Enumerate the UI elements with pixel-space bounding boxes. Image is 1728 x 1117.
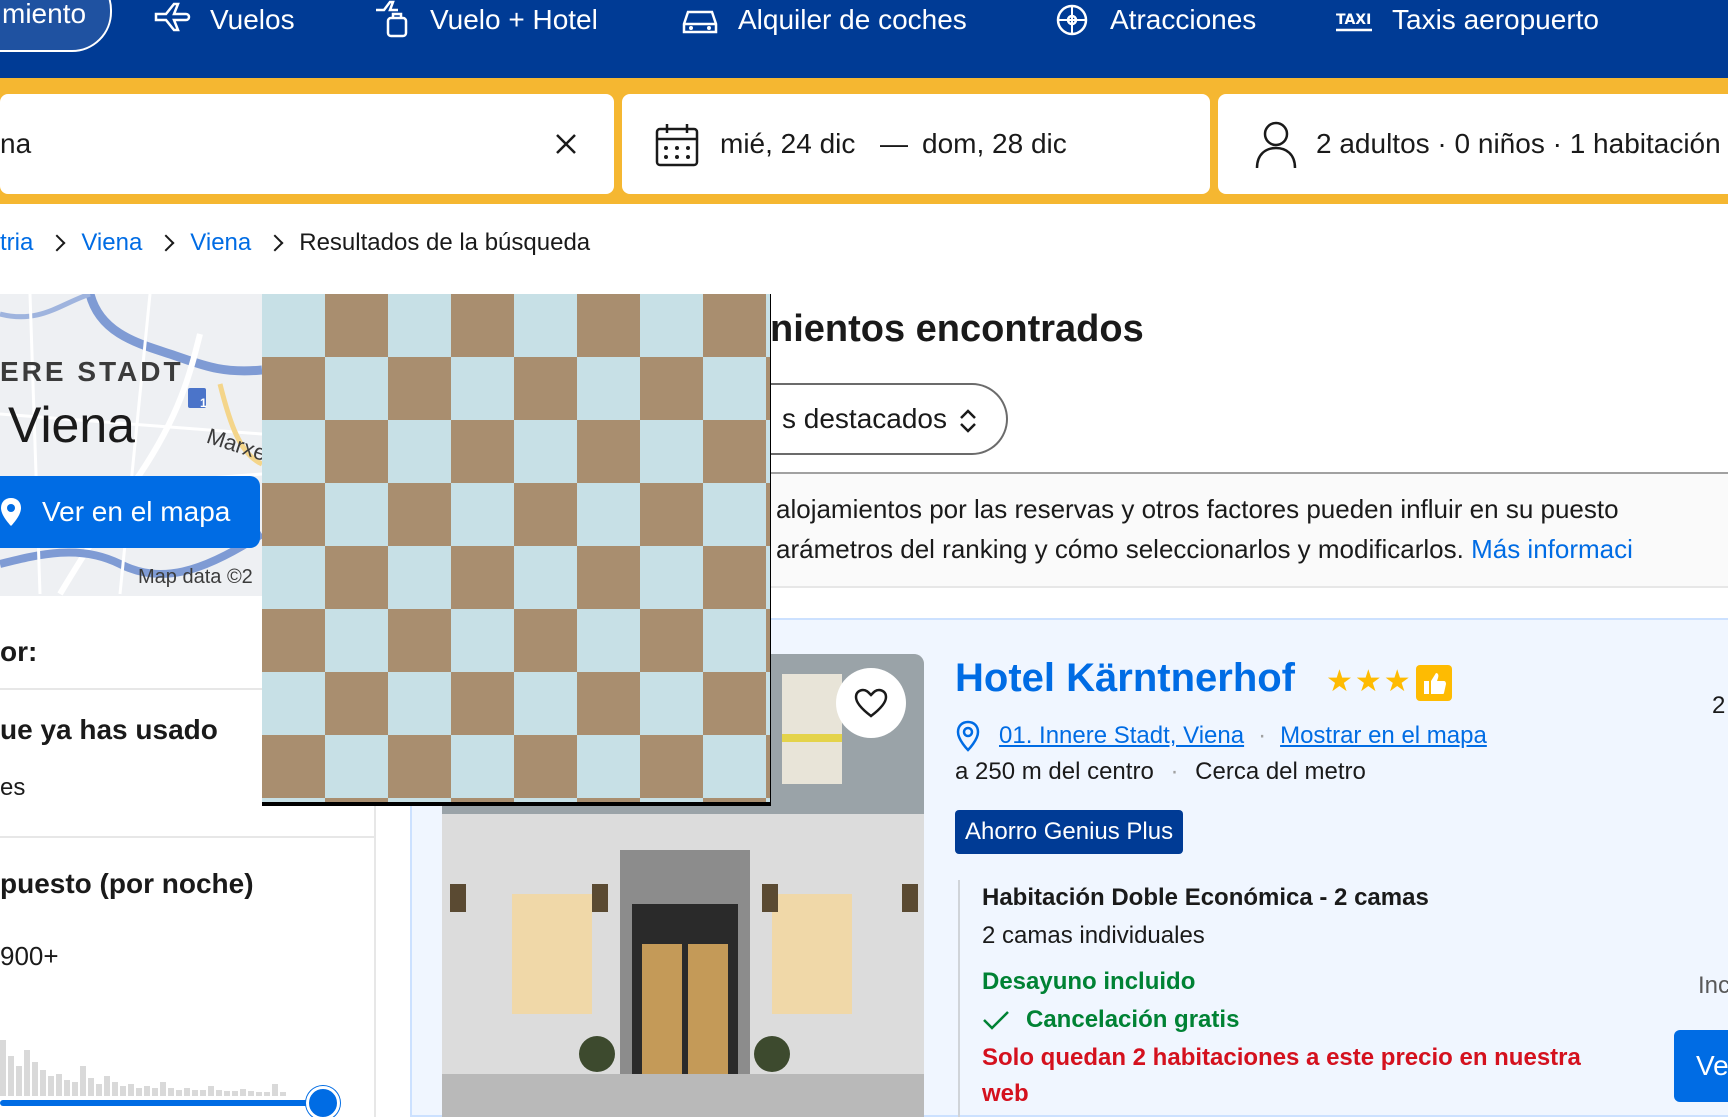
breadcrumb: tria Viena Viena Resultados de la búsque…: [0, 225, 590, 261]
heart-icon: [854, 688, 888, 718]
price-slider-track[interactable]: [0, 1100, 322, 1106]
location-pin-icon: [956, 720, 980, 752]
price-slider-handle[interactable]: [306, 1086, 340, 1117]
breadcrumb-current: Resultados de la búsqueda: [299, 229, 591, 256]
nav-tab-car-rental-label: Alquiler de coches: [738, 4, 967, 35]
nav-tab-flights-label: Vuelos: [210, 4, 295, 35]
room-title: Habitación Doble Económica - 2 camas: [982, 884, 1429, 911]
checkerboard-overlay: [262, 294, 770, 802]
chevron-right-icon: [157, 234, 175, 252]
nav-tab-stays-label: miento: [2, 0, 87, 29]
guests-field[interactable]: 2 adultos · 0 niños · 1 habitación: [1218, 94, 1728, 194]
nav-tab-airport-taxis-label: Taxis aeropuerto: [1392, 4, 1600, 35]
show-on-map-link[interactable]: Mostrar en el mapa: [1280, 722, 1487, 750]
chevron-right-icon: [266, 234, 284, 252]
person-icon: [1255, 121, 1297, 169]
star-rating: ★★★: [1326, 665, 1413, 698]
nav-tab-airport-taxis[interactable]: TAXI Taxis aeropuerto: [1334, 0, 1599, 40]
divider: [0, 836, 376, 838]
separator-dot: ·: [1258, 722, 1267, 749]
show-on-map-button[interactable]: Ver en el mapa: [0, 476, 260, 548]
hotel-name-link[interactable]: Hotel Kärntnerhof: [955, 656, 1295, 701]
notice-line-2: arámetros del ranking y cómo seleccionar…: [776, 534, 1464, 564]
free-cancellation-label: Cancelación gratis: [1026, 1006, 1240, 1033]
dates-separator: —: [880, 128, 908, 159]
district-link[interactable]: 01. Innere Stadt, Viena: [999, 722, 1244, 750]
breadcrumb-link-country[interactable]: tria: [0, 229, 33, 257]
taxi-icon: TAXI: [1336, 12, 1372, 32]
nav-tab-flight-hotel[interactable]: Vuelo + Hotel: [372, 0, 598, 40]
distance-text: a 250 m del centro: [955, 758, 1154, 785]
check-in-date: mié, 24 dic: [720, 128, 856, 159]
nav-tab-flights[interactable]: Vuelos: [152, 0, 295, 40]
top-nav: miento Vuelos Vuelo + Hotel Alquiler de …: [0, 0, 1728, 86]
sort-label: s destacados: [782, 403, 947, 434]
destination-field[interactable]: na: [0, 94, 614, 194]
budget-max-value: 900+: [0, 941, 59, 971]
free-cancellation: Cancelación gratis: [982, 1006, 1608, 1034]
chevron-right-icon: [48, 234, 66, 252]
search-bar: na mié, 24 dic — dom, 28 dic 2 adultos ·…: [0, 86, 1728, 204]
price-peek: 2: [1712, 692, 1726, 719]
budget-title: puesto (por noche): [0, 868, 254, 899]
see-availability-button[interactable]: Ve: [1674, 1030, 1728, 1102]
location-row: 01. Innere Stadt, Viena · Mostrar en el …: [955, 718, 1487, 754]
save-favorite-button[interactable]: [836, 668, 906, 738]
nav-tab-car-rental[interactable]: Alquiler de coches: [680, 0, 967, 40]
room-beds: 2 camas individuales: [982, 922, 1205, 949]
notice-line-1: alojamientos por las reservas y otros fa…: [776, 494, 1619, 524]
price-histogram: [0, 1026, 320, 1096]
destination-value: na: [0, 128, 32, 159]
nav-tab-attractions-label: Atracciones: [1110, 4, 1257, 35]
plane-icon: [154, 2, 191, 32]
guests-value: 2 adultos · 0 niños · 1 habitación: [1316, 128, 1721, 159]
scarcity-message: Solo quedan 2 habitaciones a este precio…: [982, 1044, 1581, 1107]
nav-tab-stays[interactable]: miento: [0, 0, 112, 52]
map-district-label: ERE STADT: [0, 356, 184, 387]
sort-chevrons-icon: [960, 409, 976, 433]
room-info: Habitación Doble Económica - 2 camas 2 c…: [958, 880, 1608, 1117]
show-on-map-label: Ver en el mapa: [42, 496, 231, 527]
distance-row: a 250 m del centro · Cerca del metro: [955, 758, 1366, 785]
map-marker-label: 1: [200, 396, 207, 410]
car-icon: [682, 10, 718, 34]
includes-peek: Inc: [1698, 972, 1728, 999]
map-pin-icon: [1, 498, 21, 526]
metro-text: Cerca del metro: [1195, 758, 1366, 785]
dates-field[interactable]: mié, 24 dic — dom, 28 dic: [622, 94, 1210, 194]
calendar-icon: [655, 124, 699, 167]
used-filters-sub: es: [0, 774, 26, 801]
genius-badge: Ahorro Genius Plus: [955, 810, 1184, 854]
map-city-label: Viena: [8, 397, 135, 453]
filters-title: or:: [0, 636, 38, 667]
flight-hotel-icon: [376, 0, 408, 38]
thumbs-up-icon: [1416, 665, 1452, 701]
breadcrumb-link-city[interactable]: Viena: [190, 229, 251, 257]
breakfast-included: Desayuno incluido: [982, 968, 1196, 995]
map-preview[interactable]: ERE STADT 1 Viena Marxe Map data ©2: [0, 294, 262, 596]
svg-text:TAXI: TAXI: [1336, 12, 1371, 28]
ranking-notice: alojamientos por las reservas y otros fa…: [762, 472, 1728, 588]
nav-tab-flight-hotel-label: Vuelo + Hotel: [430, 4, 598, 35]
nav-tab-attractions[interactable]: Atracciones: [1052, 0, 1256, 40]
breadcrumb-link-region[interactable]: Viena: [81, 229, 142, 257]
used-filters-title: ue ya has usado: [0, 714, 218, 745]
notice-more-info-link[interactable]: Más informaci: [1471, 534, 1633, 564]
attractions-icon: [1056, 4, 1088, 36]
check-out-date: dom, 28 dic: [922, 128, 1067, 159]
map-attribution: Map data ©2: [138, 566, 253, 588]
checkmark-icon: [983, 1011, 1009, 1030]
results-count-title: nientos encontrados: [770, 308, 1144, 350]
see-availability-label: Ve: [1696, 1050, 1728, 1081]
clear-icon[interactable]: [554, 132, 578, 156]
